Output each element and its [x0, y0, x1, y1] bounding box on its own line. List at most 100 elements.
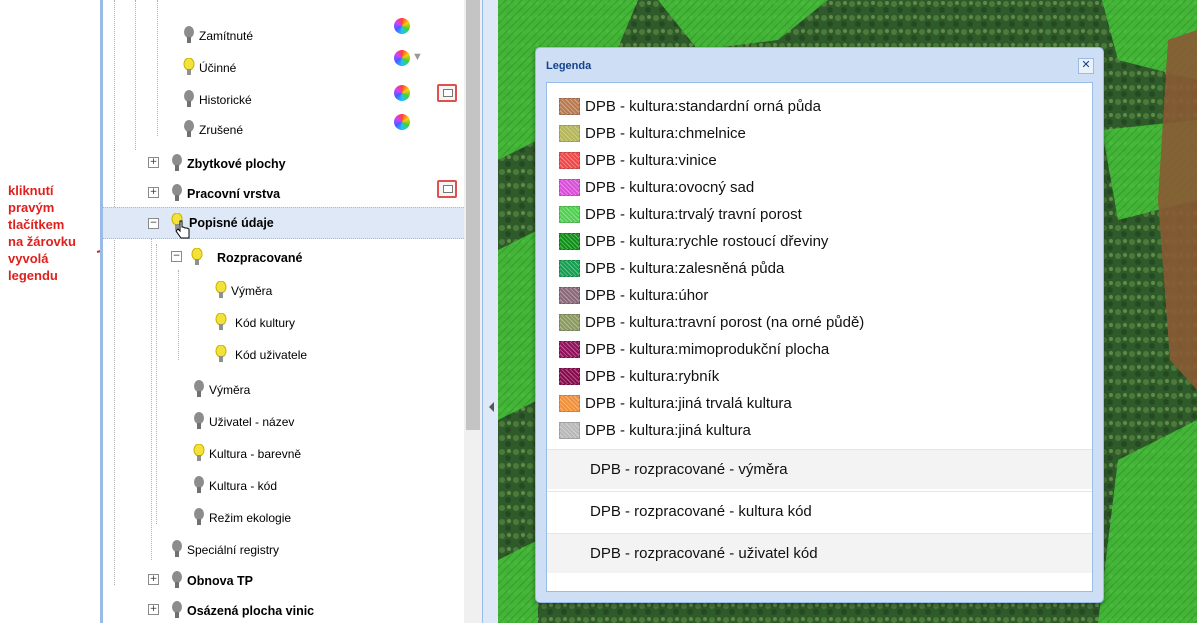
tree-item-vymera[interactable]: Výměra [193, 378, 250, 402]
bulb-icon[interactable] [193, 444, 205, 464]
tree-item-zamitnute[interactable]: Zamítnuté [183, 24, 253, 48]
bulb-icon[interactable] [191, 248, 203, 268]
tree-item-kod-uzivatele[interactable]: Kód uživatele [215, 343, 307, 367]
tree-item-historicke[interactable]: Historické [183, 88, 252, 112]
color-wheel-icon[interactable] [394, 114, 410, 130]
tree-item-rezim-ekologie[interactable]: Režim ekologie [193, 506, 291, 530]
bulb-icon[interactable] [183, 26, 195, 46]
bulb-icon[interactable] [183, 58, 195, 78]
bulb-icon[interactable] [171, 540, 183, 560]
tree-item-popisne-udaje[interactable]: − Popisné údaje [103, 207, 464, 239]
collapse-arrow-icon[interactable] [489, 402, 494, 412]
tree-guide-line [114, 0, 115, 150]
tree-item-ucinne[interactable]: Účinné [183, 56, 236, 80]
legend-item: DPB - kultura:vinice [559, 150, 717, 170]
legend-item: DPB - kultura:rybník [559, 366, 719, 386]
legend-row: DPB - rozpracované - výměra [547, 449, 1092, 489]
tree-item-label: Rozpracované [217, 251, 303, 265]
legend-swatch [559, 313, 580, 331]
legend-window-icon[interactable] [437, 84, 457, 102]
tree-item-rozpracovane[interactable]: Rozpracované [191, 246, 302, 270]
legend-swatch [559, 151, 580, 169]
expand-icon[interactable]: + [148, 187, 159, 198]
tree-item-label: Výměra [231, 284, 273, 298]
legend-item-label: DPB - kultura:vinice [585, 151, 717, 169]
color-wheel-icon[interactable] [394, 18, 410, 34]
legend-swatch [559, 394, 580, 412]
legend-item-label: DPB - kultura:rychle rostoucí dřeviny [585, 232, 829, 250]
tree-item-kultura-barevne[interactable]: Kultura - barevně [193, 442, 301, 466]
tree-item-label: Výměra [209, 383, 251, 397]
legend-item-label: DPB - kultura:standardní orná půda [585, 97, 821, 115]
tree-item-kultura-kod[interactable]: Kultura - kód [193, 474, 277, 498]
legend-item: DPB - kultura:standardní orná půda [559, 96, 821, 116]
legend-item-label: DPB - kultura:jiná trvalá kultura [585, 394, 792, 412]
bulb-icon[interactable] [183, 90, 195, 110]
legend-row-label: DPB - rozpracované - uživatel kód [590, 545, 818, 562]
close-icon[interactable]: ✕ [1078, 58, 1094, 74]
legend-window-icon[interactable] [437, 180, 457, 198]
tree-item-zbytkove-plochy[interactable]: Zbytkové plochy [171, 152, 286, 176]
legend-swatch [559, 97, 580, 115]
collapse-icon[interactable]: − [148, 218, 159, 229]
tree-item-zrusene[interactable]: Zrušené [183, 118, 243, 142]
color-wheel-icon[interactable] [394, 50, 410, 66]
legend-swatch [559, 124, 580, 142]
legend-item-label: DPB - kultura:mimoprodukční plocha [585, 340, 830, 358]
legend-swatch [559, 421, 580, 439]
bulb-icon[interactable] [193, 412, 205, 432]
tree-item-label: Režim ekologie [209, 511, 292, 525]
legend-swatch [559, 367, 580, 385]
tree-item-osazena-plocha-vinic[interactable]: Osázená plocha vinic [171, 599, 314, 623]
bulb-icon[interactable] [171, 184, 183, 204]
annotation-line: pravým [8, 200, 55, 215]
filter-icon[interactable]: ▼ [412, 51, 423, 63]
legend-item-label: DPB - kultura:chmelnice [585, 124, 746, 142]
expand-icon[interactable]: + [148, 157, 159, 168]
tree-item-label: Popisné údaje [189, 216, 274, 230]
bulb-icon[interactable] [215, 345, 227, 365]
legend-item: DPB - kultura:úhor [559, 285, 708, 305]
bulb-icon[interactable] [193, 476, 205, 496]
tree-item-label: Účinné [199, 61, 237, 75]
legend-window-header[interactable]: Legenda ✕ [542, 54, 1097, 80]
tree-item-specialni-registry[interactable]: Speciální registry [171, 538, 279, 562]
legend-window[interactable]: Legenda ✕ DPB - kultura:standardní orná … [535, 47, 1104, 603]
legend-item: DPB - kultura:jiná trvalá kultura [559, 393, 792, 413]
bulb-icon[interactable] [171, 601, 183, 621]
bulb-icon[interactable] [215, 281, 227, 301]
legend-row: DPB - rozpracované - kultura kód [547, 491, 1092, 531]
tree-item-uzivatel-nazev[interactable]: Uživatel - název [193, 410, 294, 434]
tree-item-kod-kultury[interactable]: Kód kultury [215, 311, 295, 335]
tree-scrollbar-thumb[interactable] [466, 0, 480, 430]
tree-item-label: Osázená plocha vinic [187, 604, 315, 618]
expand-icon[interactable]: + [148, 574, 159, 585]
color-wheel-icon[interactable] [394, 85, 410, 101]
tree-item-label: Kultura - barevně [209, 447, 302, 461]
annotation-line: kliknutí [8, 183, 54, 198]
bulb-icon[interactable] [193, 380, 205, 400]
tree-item-label: Kód uživatele [235, 348, 308, 362]
bulb-icon[interactable] [215, 313, 227, 333]
bulb-icon[interactable] [171, 154, 183, 174]
collapse-icon[interactable]: − [171, 251, 182, 262]
legend-swatch [559, 286, 580, 304]
legend-item: DPB - kultura:trvalý travní porost [559, 204, 802, 224]
bulb-icon[interactable] [193, 508, 205, 528]
layer-tree-panel: Zamítnuté Účinné ▼ Historické Zrušené + … [100, 0, 467, 623]
legend-item-label: DPB - kultura:trvalý travní porost [585, 205, 802, 223]
legend-item-label: DPB - kultura:úhor [585, 286, 709, 304]
legend-row-label: DPB - rozpracované - kultura kód [590, 503, 812, 520]
tree-item-vymera-rozpracovane[interactable]: Výměra [215, 279, 272, 303]
legend-item-label: DPB - kultura:jiná kultura [585, 421, 751, 439]
tree-item-pracovni-vrstva[interactable]: Pracovní vrstva [171, 182, 280, 206]
legend-item-label: DPB - kultura:rybník [585, 367, 720, 385]
tree-guide-line [156, 244, 157, 524]
tree-item-obnova-tp[interactable]: Obnova TP [171, 569, 253, 593]
tree-guide-line [157, 0, 158, 136]
tree-item-label: Historické [199, 93, 252, 107]
legend-swatch [559, 340, 580, 358]
expand-icon[interactable]: + [148, 604, 159, 615]
bulb-icon[interactable] [171, 571, 183, 591]
bulb-icon[interactable] [183, 120, 195, 140]
